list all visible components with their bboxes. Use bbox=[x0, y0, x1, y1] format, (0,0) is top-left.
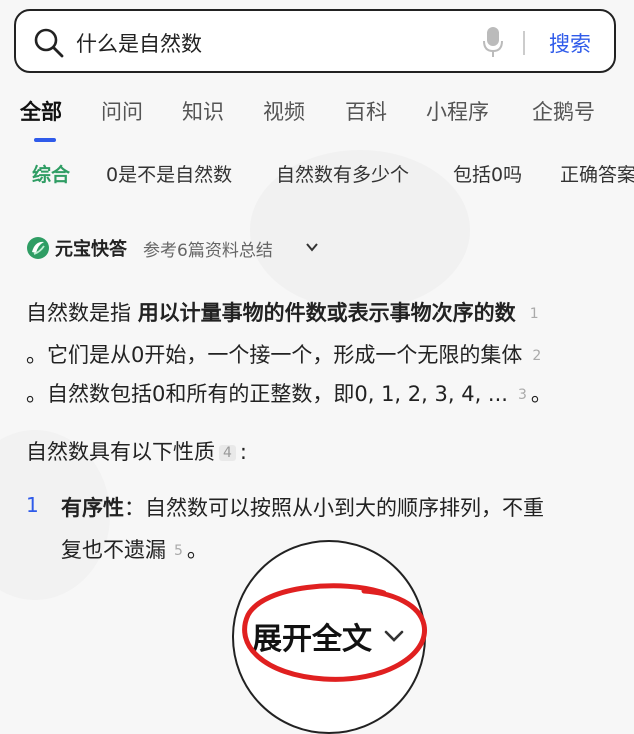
references-summary[interactable]: 参考6篇资料总结 bbox=[143, 236, 273, 261]
active-tab-indicator bbox=[34, 138, 56, 142]
properties-intro: 自然数具有以下性质 bbox=[26, 440, 215, 464]
list-item-continuation: 复也不遗漏 5。 bbox=[61, 534, 208, 564]
tab-video[interactable]: 视频 bbox=[263, 96, 305, 126]
category-tabs: 全部 问问 知识 视频 百科 小程序 企鹅号 bbox=[0, 96, 634, 136]
tab-wenwen[interactable]: 问问 bbox=[101, 96, 143, 126]
citation-marker[interactable]: 5 bbox=[174, 543, 183, 559]
search-bar[interactable]: 什么是自然数 搜索 bbox=[14, 9, 616, 73]
answer-source-name: 元宝快答 bbox=[55, 239, 127, 260]
chip-comprehensive[interactable]: 综合 bbox=[32, 160, 70, 187]
answer-period: 。 bbox=[186, 538, 208, 562]
answer-line: 。它们是从0开始，一个接一个，形成一个无限的集体 2 bbox=[26, 339, 545, 369]
list-item-text: ：自然数可以按照从小到大的顺序排列，不重 bbox=[124, 496, 544, 520]
tab-baike[interactable]: 百科 bbox=[345, 96, 387, 126]
expand-full-text-button[interactable]: 展开全文 bbox=[252, 614, 372, 658]
search-icon bbox=[34, 28, 64, 58]
chip-how-many[interactable]: 自然数有多少个 bbox=[276, 160, 409, 187]
answer-highlight: 用以计量事物的件数或表示事物次序的数 bbox=[137, 301, 516, 325]
chevron-down-icon[interactable] bbox=[383, 628, 405, 644]
citation-marker[interactable]: 3 bbox=[518, 387, 527, 403]
tab-knowledge[interactable]: 知识 bbox=[182, 96, 224, 126]
chip-correct-answer[interactable]: 正确答案 bbox=[560, 160, 634, 187]
answer-line: 自然数是指 用以计量事物的件数或表示事物次序的数 1 bbox=[26, 297, 543, 327]
answer-text: 。它们是从0开始，一个接一个，形成一个无限的集体 bbox=[26, 343, 523, 367]
citation-marker[interactable]: 1 bbox=[530, 306, 539, 322]
answer-line: 。自然数包括0和所有的正整数，即0, 1, 2, 3, 4, ... 3。 bbox=[26, 378, 552, 408]
search-button[interactable]: 搜索 bbox=[549, 28, 591, 58]
citation-marker[interactable]: 4 bbox=[219, 445, 236, 461]
list-item: 有序性：自然数可以按照从小到大的顺序排列，不重 bbox=[61, 492, 544, 522]
answer-line: 自然数具有以下性质 4: bbox=[26, 436, 247, 466]
answer-text: 自然数是指 bbox=[26, 301, 138, 325]
answer-period: 。 bbox=[530, 382, 552, 406]
chip-include-zero[interactable]: 包括0吗 bbox=[453, 160, 522, 187]
search-input[interactable]: 什么是自然数 bbox=[76, 28, 202, 58]
tab-all[interactable]: 全部 bbox=[20, 96, 62, 126]
answer-text: 。自然数包括0和所有的正整数，即0, 1, 2, 3, 4, ... bbox=[26, 382, 508, 406]
list-item-title: 有序性 bbox=[61, 496, 124, 520]
list-item-text: 复也不遗漏 bbox=[61, 538, 166, 562]
chip-zero-natural[interactable]: 0是不是自然数 bbox=[106, 160, 232, 187]
citation-marker[interactable]: 2 bbox=[532, 348, 541, 364]
related-chips: 综合 0是不是自然数 自然数有多少个 包括0吗 正确答案 bbox=[0, 160, 634, 192]
chevron-down-icon[interactable] bbox=[304, 239, 320, 255]
microphone-icon[interactable] bbox=[482, 25, 504, 59]
search-divider bbox=[523, 31, 525, 55]
tab-penguin[interactable]: 企鹅号 bbox=[532, 96, 595, 126]
answer-colon: : bbox=[239, 440, 247, 464]
list-item-number: 1 bbox=[26, 493, 39, 517]
tab-mini-program[interactable]: 小程序 bbox=[426, 96, 489, 126]
yuanbao-logo-icon bbox=[27, 237, 49, 259]
